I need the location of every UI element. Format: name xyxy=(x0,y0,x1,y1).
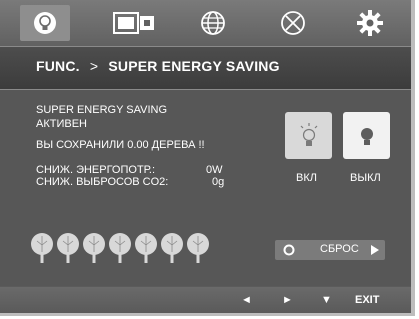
circle-icon xyxy=(283,244,295,256)
circle-x-icon xyxy=(281,11,305,35)
tab-picture[interactable] xyxy=(110,5,160,41)
on-button[interactable] xyxy=(285,112,332,159)
play-arrow-icon xyxy=(371,245,379,255)
lightbulb-off-icon xyxy=(360,127,373,145)
menu-header: FUNC. > SUPER ENERGY SAVING xyxy=(0,46,411,90)
globe-icon xyxy=(201,11,225,35)
content-panel: SUPER ENERGY SAVING АКТИВЕН ВЫ СОХРАНИЛИ… xyxy=(0,90,411,286)
trees-saved-text: ВЫ СОХРАНИЛИ 0.00 ДЕРЕВА !! xyxy=(36,139,205,151)
status-active: АКТИВЕН xyxy=(36,118,87,130)
reset-label: СБРОС xyxy=(320,243,359,255)
off-button-label: ВЫКЛ xyxy=(350,172,381,184)
lightbulb-icon xyxy=(300,122,317,146)
left-arrow-button[interactable]: ◄ xyxy=(241,294,252,306)
status-title: SUPER ENERGY SAVING xyxy=(36,104,168,116)
right-arrow-button[interactable]: ► xyxy=(282,294,293,306)
co2-reduction-label: СНИЖ. ВЫБРОСОВ CO2: xyxy=(36,176,169,188)
tree-row xyxy=(31,233,209,263)
reset-button[interactable]: СБРОС xyxy=(275,240,385,260)
on-button-label: ВКЛ xyxy=(296,172,317,184)
exit-button[interactable]: EXIT xyxy=(355,294,379,306)
tab-settings[interactable] xyxy=(345,5,395,41)
tab-reset[interactable] xyxy=(268,5,318,41)
breadcrumb: FUNC. > SUPER ENERGY SAVING xyxy=(36,58,280,74)
off-button[interactable] xyxy=(343,112,390,159)
lightbulb-icon xyxy=(34,12,56,34)
co2-reduction-value: 0g xyxy=(212,176,225,188)
down-arrow-button[interactable]: ▼ xyxy=(321,294,332,306)
breadcrumb-section: FUNC. xyxy=(36,58,80,74)
picture-icon xyxy=(113,12,154,34)
footer-bar: ◄ ► ▼ EXIT xyxy=(0,287,411,313)
tab-bar xyxy=(0,0,411,46)
gear-icon xyxy=(357,10,383,36)
osd-frame: FUNC. > SUPER ENERGY SAVING SUPER ENERGY… xyxy=(0,0,415,316)
tab-func[interactable] xyxy=(20,5,70,41)
tab-general[interactable] xyxy=(188,5,238,41)
page-title: SUPER ENERGY SAVING xyxy=(108,58,280,74)
breadcrumb-separator: > xyxy=(89,58,99,74)
